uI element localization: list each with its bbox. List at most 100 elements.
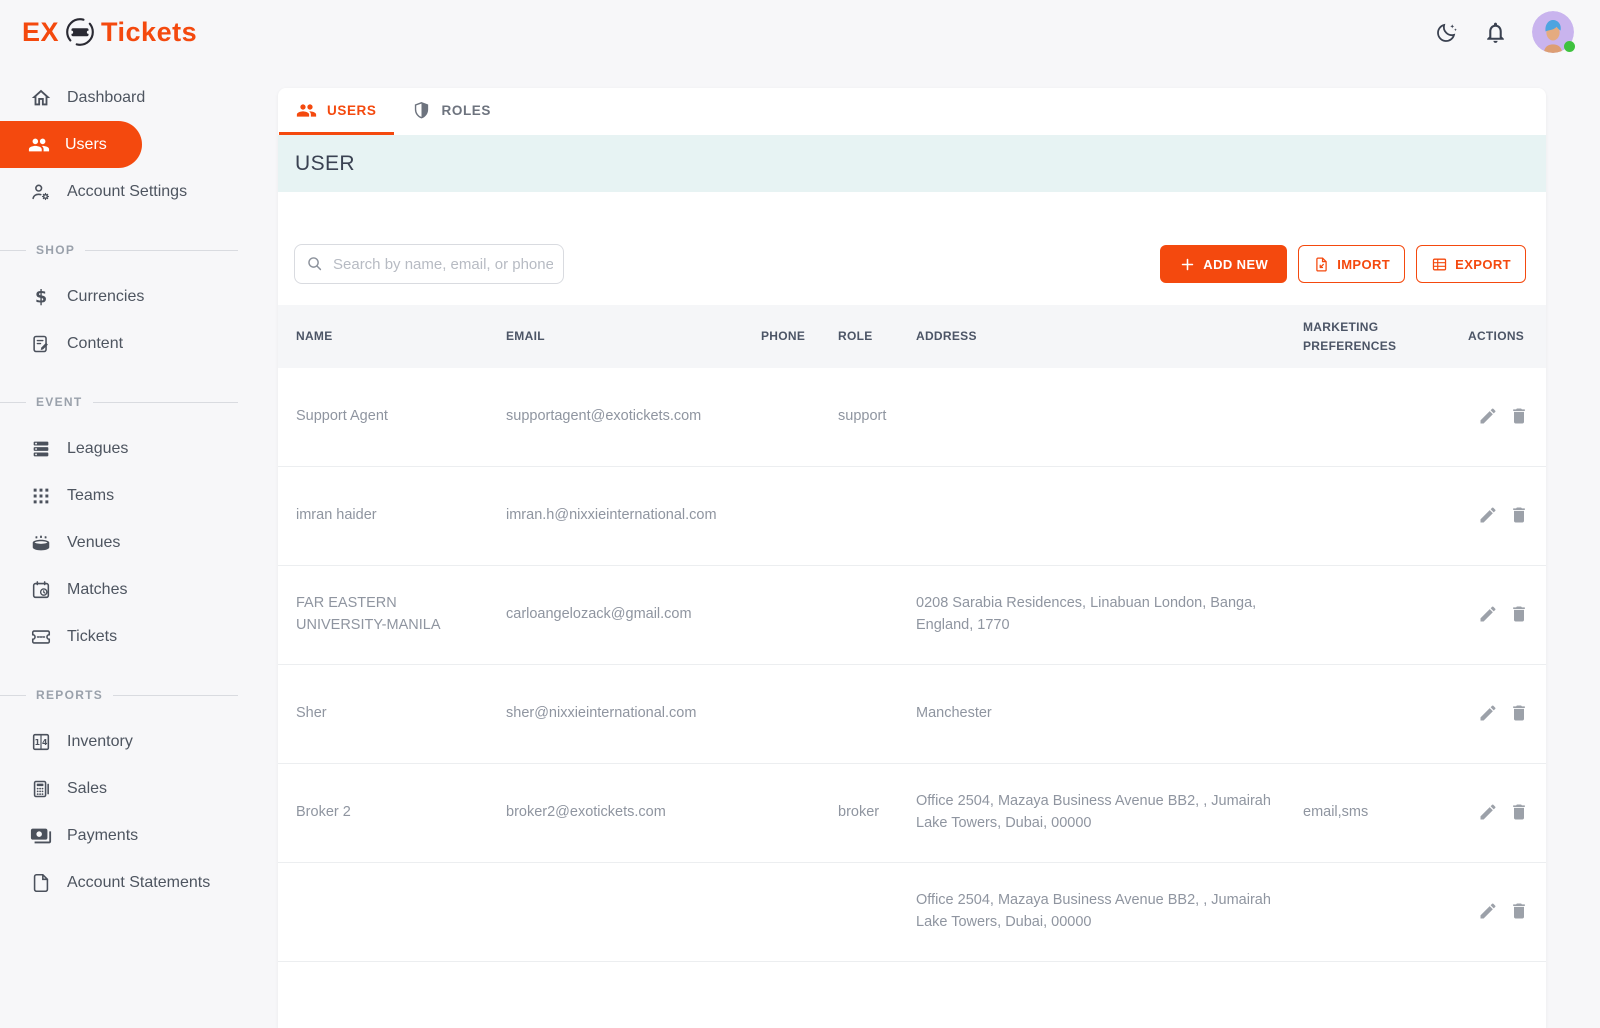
brand-ticket-icon [64, 16, 96, 48]
column-header-actions: ACTIONS [1468, 327, 1540, 346]
matches-icon [30, 579, 52, 601]
toolbar: ADD NEW IMPORT EXPORT [278, 244, 1546, 284]
cell-address: Manchester [916, 703, 1303, 725]
column-header-email: EMAIL [506, 327, 761, 346]
sidebar-item-sales[interactable]: Sales [0, 765, 260, 812]
edit-user-button[interactable] [1476, 900, 1500, 924]
cell-actions [1468, 900, 1547, 924]
tab-users-label: USERS [327, 103, 377, 118]
sidebar-item-label: Account Statements [67, 874, 210, 892]
file-import-icon [1313, 256, 1330, 273]
delete-icon [1509, 604, 1529, 627]
venues-icon [30, 532, 52, 554]
table-row: Shersher@nixxieinternational.comManchest… [278, 665, 1546, 764]
delete-icon [1509, 901, 1529, 924]
svg-text:1: 1 [35, 738, 40, 747]
content-icon [30, 333, 52, 355]
sidebar-item-inventory[interactable]: 14 Inventory [0, 718, 260, 765]
edit-user-button[interactable] [1476, 504, 1500, 528]
edit-user-button[interactable] [1476, 801, 1500, 825]
delete-user-button[interactable] [1507, 900, 1531, 924]
search-input[interactable] [294, 244, 564, 284]
page-title: USER [295, 152, 355, 176]
cell-email: supportagent@exotickets.com [506, 406, 761, 428]
brand-prefix: EX [22, 17, 59, 48]
sidebar-item-label: Inventory [67, 733, 133, 751]
sidebar-item-label: Currencies [67, 288, 144, 306]
edit-icon [1478, 802, 1498, 825]
cell-address: 0208 Sarabia Residences, Linabuan London… [916, 593, 1303, 637]
avatar[interactable] [1532, 11, 1574, 53]
tab-roles[interactable]: ROLES [394, 88, 509, 135]
users-icon [28, 134, 50, 156]
add-new-button[interactable]: ADD NEW [1160, 245, 1287, 283]
delete-user-button[interactable] [1507, 405, 1531, 429]
sidebar-item-account-settings[interactable]: Account Settings [0, 168, 260, 215]
sidebar-item-dashboard[interactable]: Dashboard [0, 74, 260, 121]
sidebar-item-content[interactable]: Content [0, 320, 260, 367]
cell-email: imran.h@nixxieinternational.com [506, 505, 761, 527]
delete-icon [1509, 802, 1529, 825]
column-header-name: NAME [296, 327, 506, 346]
home-icon [30, 87, 52, 109]
edit-icon [1478, 604, 1498, 627]
section-heading-label: EVENT [36, 395, 83, 409]
moon-icon[interactable] [1434, 20, 1459, 45]
sidebar-item-label: Users [65, 136, 107, 154]
delete-user-button[interactable] [1507, 603, 1531, 627]
cell-address: Office 2504, Mazaya Business Avenue BB2,… [916, 791, 1303, 835]
delete-user-button[interactable] [1507, 702, 1531, 726]
export-label: EXPORT [1455, 257, 1511, 272]
cell-actions [1468, 405, 1547, 429]
account-settings-icon [30, 181, 52, 203]
table-row: Office 2504, Mazaya Business Avenue BB2,… [278, 863, 1546, 962]
import-button[interactable]: IMPORT [1298, 245, 1405, 283]
edit-user-button[interactable] [1476, 405, 1500, 429]
delete-icon [1509, 505, 1529, 528]
sidebar-section-shop: SHOP [0, 243, 260, 257]
sidebar-item-leagues[interactable]: Leagues [0, 425, 260, 472]
sidebar-item-label: Account Settings [67, 183, 187, 201]
column-header-marketing-preferences: MARKETING PREFERENCES [1303, 318, 1468, 355]
main-panel: USERS ROLES USER ADD NEW IMPORT EXPORT [278, 88, 1546, 1028]
edit-user-button[interactable] [1476, 702, 1500, 726]
sidebar-item-label: Sales [67, 780, 107, 798]
payments-icon [30, 825, 52, 847]
column-header-address: ADDRESS [916, 327, 1303, 346]
table-row: Support Agentsupportagent@exotickets.com… [278, 368, 1546, 467]
sidebar-item-venues[interactable]: Venues [0, 519, 260, 566]
table-row: imran haiderimran.h@nixxieinternational.… [278, 467, 1546, 566]
cell-email: carloangelozack@gmail.com [506, 604, 761, 626]
bell-icon[interactable] [1483, 20, 1508, 45]
tab-users[interactable]: USERS [279, 88, 394, 135]
sidebar-item-users[interactable]: Users [0, 121, 142, 168]
sidebar-item-teams[interactable]: Teams [0, 472, 260, 519]
users-icon [296, 100, 317, 121]
delete-user-button[interactable] [1507, 801, 1531, 825]
cell-actions [1468, 603, 1547, 627]
export-button[interactable]: EXPORT [1416, 245, 1526, 283]
sidebar-item-account-statements[interactable]: Account Statements [0, 859, 260, 906]
sidebar-item-matches[interactable]: Matches [0, 566, 260, 613]
tab-roles-label: ROLES [442, 103, 492, 118]
sidebar-item-label: Teams [67, 487, 114, 505]
cell-email: broker2@exotickets.com [506, 802, 761, 824]
sidebar-item-tickets[interactable]: Tickets [0, 613, 260, 660]
cell-actions [1468, 801, 1547, 825]
svg-text:4: 4 [42, 738, 48, 747]
delete-user-button[interactable] [1507, 504, 1531, 528]
leagues-icon [30, 438, 52, 460]
plus-icon [1179, 256, 1196, 273]
cell-name: imran haider [296, 505, 506, 527]
edit-icon [1478, 505, 1498, 528]
sidebar-item-payments[interactable]: Payments [0, 812, 260, 859]
edit-user-button[interactable] [1476, 603, 1500, 627]
sidebar-item-currencies[interactable]: $ Currencies [0, 273, 260, 320]
spreadsheet-export-icon [1431, 256, 1448, 273]
teams-icon [30, 485, 52, 507]
app-logo[interactable]: EX Tickets [22, 16, 197, 48]
svg-text:$: $ [35, 287, 47, 307]
table-body: Support Agentsupportagent@exotickets.com… [278, 368, 1546, 962]
currency-icon: $ [30, 286, 52, 308]
search-icon [305, 254, 324, 273]
